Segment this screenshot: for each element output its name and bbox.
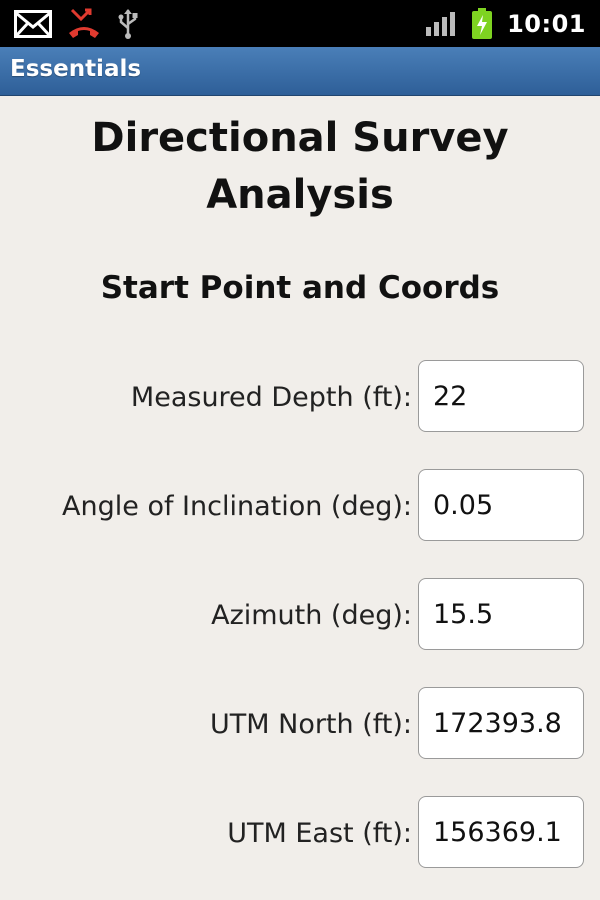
signal-icon bbox=[425, 11, 457, 37]
status-time: 10:01 bbox=[507, 10, 586, 38]
azimuth-row: Azimuth (deg): bbox=[0, 578, 600, 654]
email-icon bbox=[14, 10, 52, 38]
status-bar: 10:01 bbox=[0, 0, 600, 47]
usb-icon bbox=[116, 8, 140, 40]
utm-north-row: UTM North (ft): bbox=[0, 687, 600, 763]
measured-depth-label: Measured Depth (ft): bbox=[130, 382, 412, 413]
app-title-bar: Essentials bbox=[0, 47, 600, 96]
section-title: Start Point and Coords bbox=[100, 270, 500, 306]
battery-charging-icon bbox=[471, 8, 493, 40]
notification-icons bbox=[14, 8, 140, 40]
utm-east-label: UTM East (ft): bbox=[227, 818, 412, 849]
missed-call-icon bbox=[66, 7, 102, 41]
utm-east-row: UTM East (ft): bbox=[0, 796, 600, 872]
measured-depth-row: Measured Depth (ft): bbox=[0, 360, 600, 436]
page-title: Directional Survey Analysis bbox=[91, 115, 509, 218]
app-title: Essentials bbox=[10, 56, 142, 82]
utm-east-input[interactable] bbox=[418, 796, 584, 868]
azimuth-input[interactable] bbox=[418, 578, 584, 650]
utm-north-label: UTM North (ft): bbox=[209, 709, 412, 740]
angle-of-inclination-label: Angle of Inclination (deg): bbox=[62, 491, 412, 522]
measured-depth-input[interactable] bbox=[418, 360, 584, 432]
azimuth-label: Azimuth (deg): bbox=[211, 600, 412, 631]
main-content: Directional Survey Analysis Start Point … bbox=[0, 96, 600, 900]
angle-of-inclination-input[interactable] bbox=[418, 469, 584, 541]
system-icons: 10:01 bbox=[425, 8, 586, 40]
angle-of-inclination-row: Angle of Inclination (deg): bbox=[0, 469, 600, 545]
utm-north-input[interactable] bbox=[418, 687, 584, 759]
